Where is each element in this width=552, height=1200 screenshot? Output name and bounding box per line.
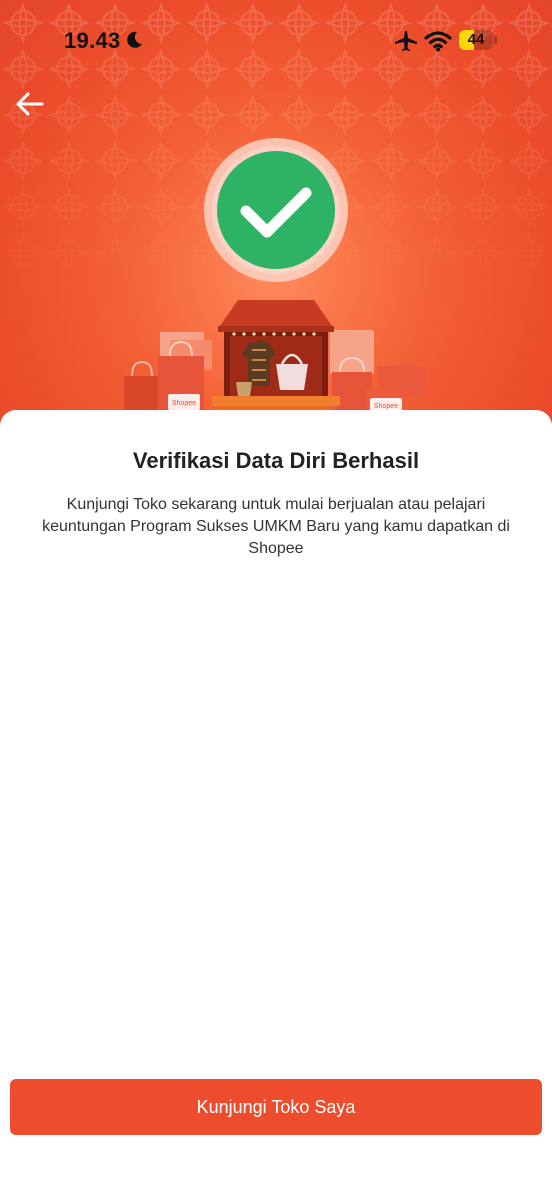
success-checkmark-icon [204, 138, 348, 282]
description-text: Kunjungi Toko sekarang untuk mulai berju… [42, 496, 510, 557]
shop-illustration: Shopee Shopee [124, 300, 426, 420]
hero-banner: 19.43 44 Shopee Shopee [0, 0, 552, 440]
bag-logo-left: Shopee [172, 400, 196, 407]
visit-shop-button[interactable]: Kunjungi Toko Saya [10, 1079, 542, 1135]
status-time: 19.43 [64, 28, 121, 53]
bag-logo-right: Shopee [374, 403, 398, 410]
battery-icon: 44 [459, 30, 497, 50]
moon-icon [127, 31, 142, 48]
wifi-icon [424, 31, 452, 52]
airplane-mode-icon [395, 31, 417, 51]
status-bar: 19.43 44 [0, 0, 552, 80]
back-arrow-icon[interactable] [14, 88, 46, 120]
battery-level: 44 [467, 31, 485, 48]
page-title: Verifikasi Data Diri Berhasil [132, 448, 420, 473]
